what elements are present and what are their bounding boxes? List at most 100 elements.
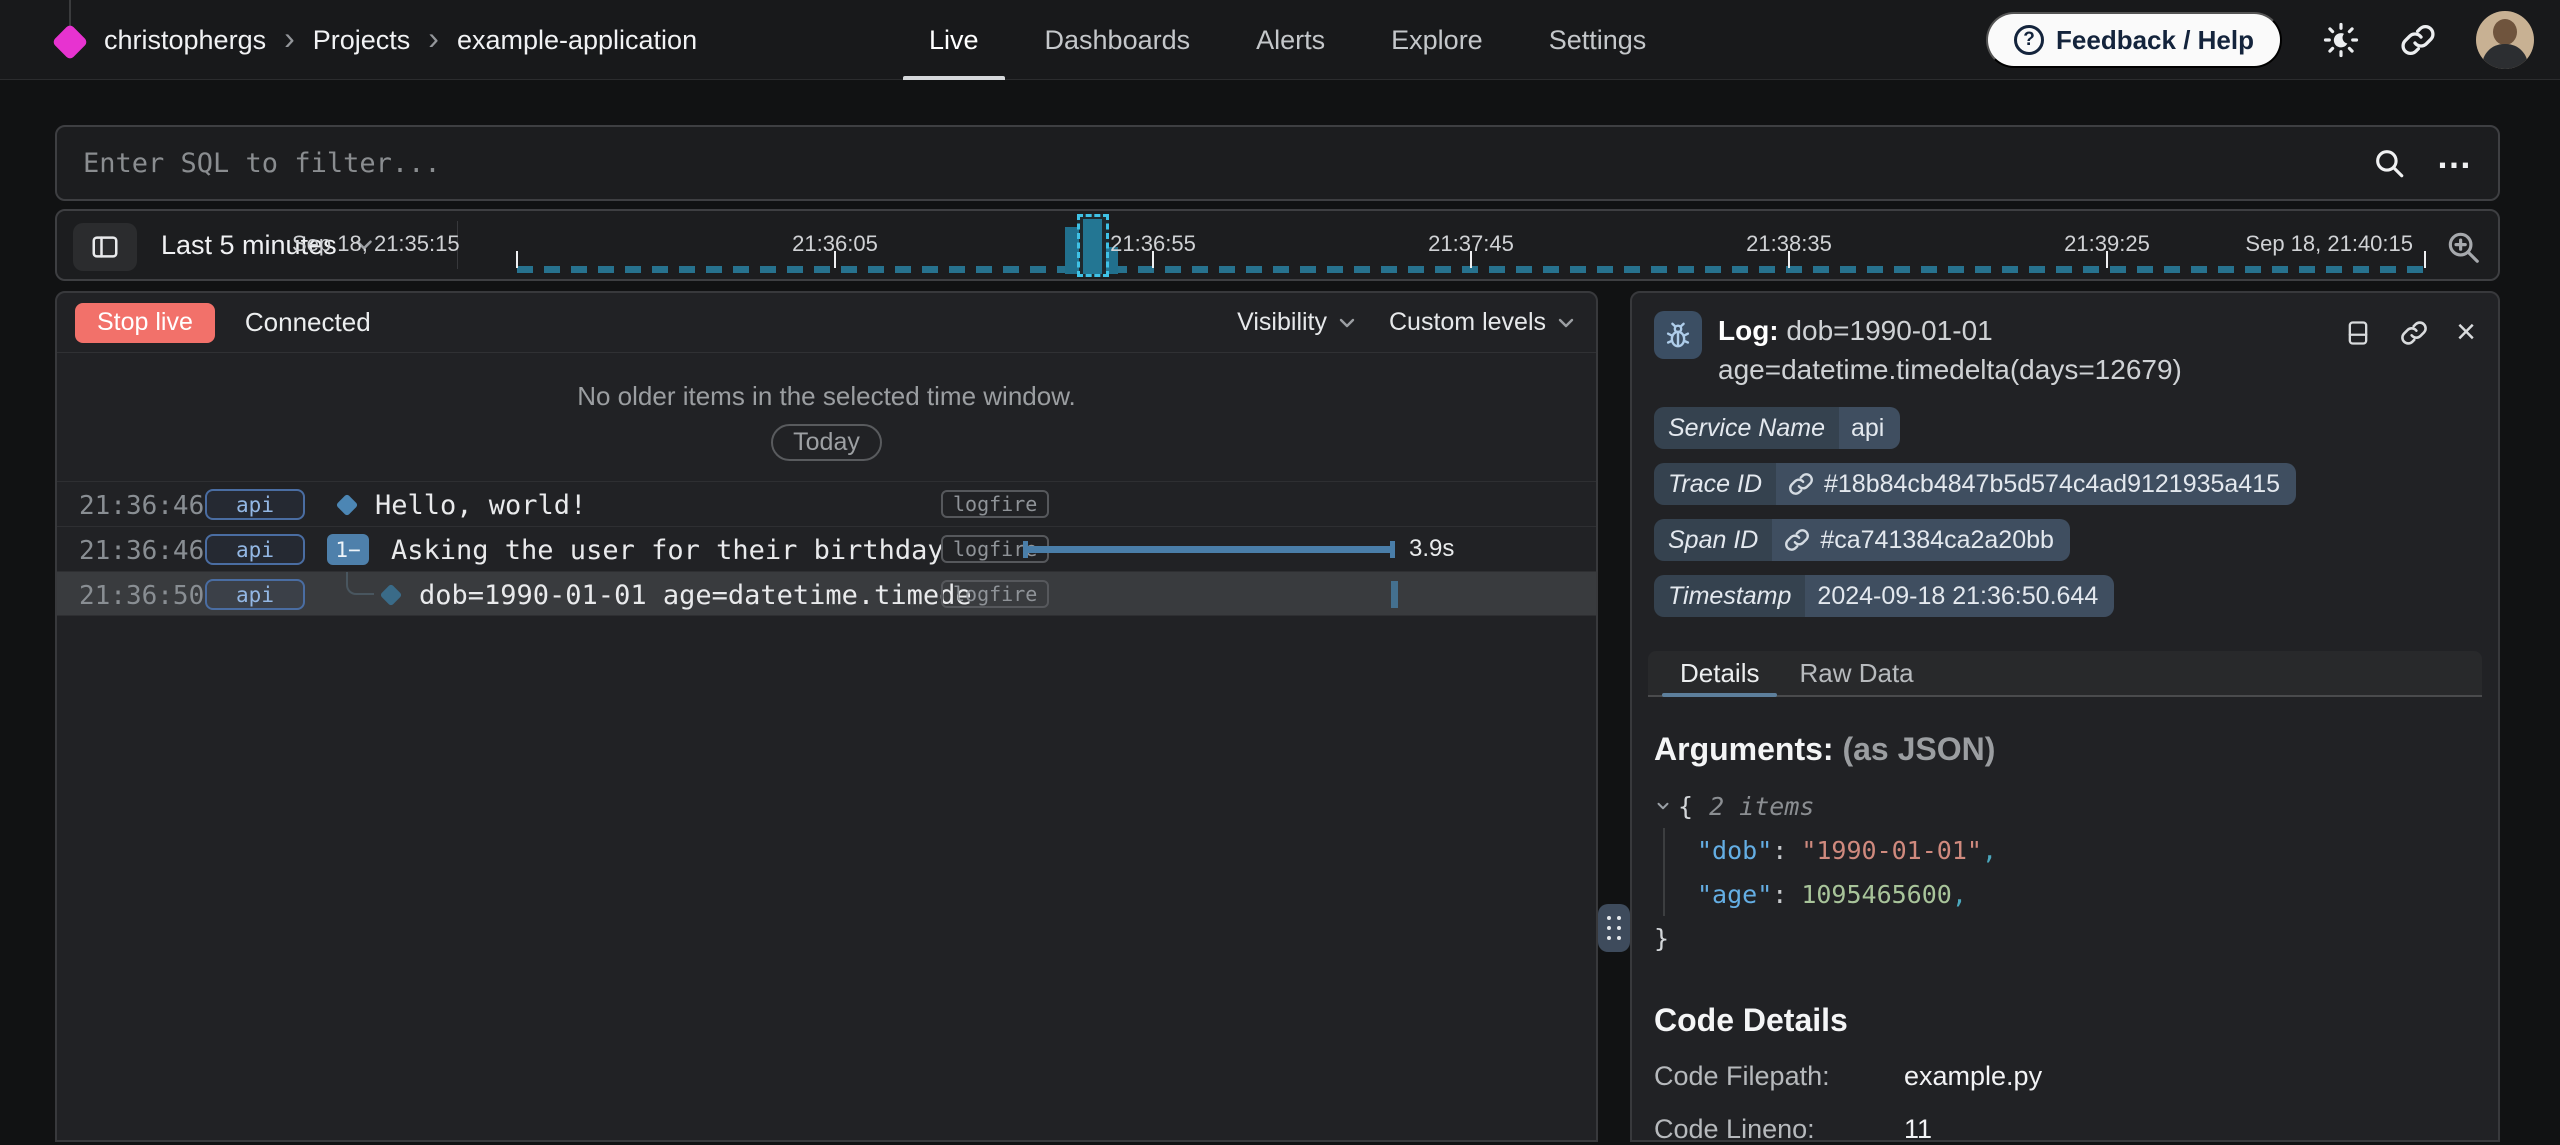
detail-actions: × [2344,311,2476,389]
trace-id-badge[interactable]: Trace ID #18b84cb4847b5d574c4ad9121935a4… [1654,463,2296,505]
more-options-icon[interactable]: … [2436,146,2472,180]
main-nav: Live Dashboards Alerts Explore Settings [903,0,1672,80]
service-badge[interactable]: api [205,534,305,565]
timeline-tick-label: 21:36:55 [1110,231,1196,257]
theme-toggle-icon[interactable] [2322,21,2360,59]
detail-title-text: dob=1990-01-01 age=datetime.timedelta(da… [1718,315,2182,385]
span-duration: 3.9s [1409,535,1454,563]
drag-dots-icon [1607,916,1621,940]
timeline-tick-label: 21:36:05 [792,231,878,257]
breadcrumb-project-name[interactable]: example-application [457,25,697,56]
chevron-down-icon [1335,311,1359,335]
connection-status: Connected [245,307,371,338]
breadcrumb-account[interactable]: christophergs [104,25,266,56]
chevron-right-icon: › [284,22,295,58]
nav-tab-alerts[interactable]: Alerts [1230,0,1351,80]
badge-value: #ca741384ca2a20bb [1772,519,2070,561]
search-icon[interactable] [2372,146,2406,180]
code-details-section: Code Details Code Filepath: example.py C… [1632,960,2498,1145]
json-colon: : [1772,880,1787,909]
stop-live-button[interactable]: Stop live [75,303,215,343]
json-string-value: "1990-01-01" [1801,836,1982,865]
nav-tab-settings[interactable]: Settings [1523,0,1673,80]
custom-levels-dropdown[interactable]: Custom levels [1389,308,1578,337]
copy-link-icon[interactable] [2400,319,2428,389]
nav-tab-explore[interactable]: Explore [1365,0,1509,80]
timeline-tick-label: 21:38:35 [1746,231,1832,257]
logo-stem [69,0,71,26]
span-id-badge[interactable]: Span ID #ca741384ca2a20bb [1654,519,2070,561]
sidebar-toggle-button[interactable] [73,223,137,271]
log-row-selected[interactable]: 21:36:50 api dob=1990-01-01 age=datetime… [57,571,1596,616]
feedback-help-button[interactable]: ? Feedback / Help [1986,12,2282,68]
timeline-tick-label: 21:37:45 [1428,231,1514,257]
json-body: "dob":"1990-01-01", "age":1095465600, [1663,828,2476,916]
user-avatar[interactable] [2476,11,2534,69]
chevron-down-icon [1554,311,1578,335]
avatar-torso [2482,44,2528,69]
detail-header: Log: dob=1990-01-01 age=datetime.timedel… [1632,293,2498,399]
link-circle-icon [1784,527,1810,553]
service-badge[interactable]: api [205,579,305,610]
nav-tab-dashboards[interactable]: Dashboards [1019,0,1217,80]
badge-label: Trace ID [1654,463,1776,505]
log-row[interactable]: 21:36:46 api 1− Asking the user for thei… [57,526,1596,571]
question-circle-icon: ? [2014,25,2044,55]
badge-label: Span ID [1654,519,1772,561]
stream-header: Stop live Connected Visibility Custom le… [57,293,1596,353]
log-message: Hello, world! [375,490,586,521]
badge-label: Timestamp [1654,575,1805,617]
zoom-in-icon[interactable] [2444,228,2482,266]
badge-value: 2024-09-18 21:36:50.644 [1805,575,2114,617]
sql-filter-bar: … [55,125,2500,201]
custom-levels-label: Custom levels [1389,308,1546,337]
json-number-value: 1095465600 [1801,880,1952,909]
json-items-note: 2 items [1709,792,1814,821]
timeline-tick-label: Sep 18, 21:40:15 [2245,231,2413,257]
log-message: Asking the user for their birthday [391,535,944,566]
timeline-tick-label: Sep 18, 21:35:15 [292,231,460,257]
service-name-badge[interactable]: Service Name api [1654,407,1900,449]
code-lineno-label: Code Lineno: [1654,1114,1904,1145]
sql-filter-input[interactable] [83,148,2372,179]
json-key: "age" [1697,880,1772,909]
logfire-tag[interactable]: logfire [941,490,1049,518]
tree-connector [346,572,374,595]
timeline-tickmark [2424,251,2426,268]
feedback-help-label: Feedback / Help [2056,25,2254,56]
timestamp-badge[interactable]: Timestamp 2024-09-18 21:36:50.644 [1654,575,2114,617]
collapse-toggle[interactable]: 1− [327,534,369,565]
logfire-tag[interactable]: logfire [941,580,1049,608]
panel-resize-handle[interactable] [1598,904,1630,952]
badge-value: api [1839,407,1900,449]
json-comma: , [1982,836,1997,865]
code-filepath-value: example.py [1904,1061,2042,1092]
json-colon: : [1772,836,1787,865]
nav-right: ? Feedback / Help [1986,0,2534,80]
log-row[interactable]: 21:36:46 api Hello, world! logfire [57,481,1596,526]
close-icon[interactable]: × [2456,319,2476,389]
logfire-logo-icon[interactable] [52,24,89,61]
detail-tabs: Details Raw Data [1648,651,2482,697]
nav-tab-live[interactable]: Live [903,0,1005,80]
expand-chevron-icon[interactable] [1654,797,1672,815]
code-details-heading: Code Details [1654,1002,2476,1039]
badge-label: Service Name [1654,407,1839,449]
split-panel-icon[interactable] [2344,319,2372,389]
today-button[interactable]: Today [771,424,882,461]
log-detail-panel: Log: dob=1990-01-01 age=datetime.timedel… [1630,291,2500,1142]
timeline-selection-brush[interactable] [1077,214,1109,277]
json-viewer: { 2 items "dob":"1990-01-01", "age":1095… [1654,784,2476,960]
visibility-dropdown[interactable]: Visibility [1237,308,1359,337]
share-link-icon[interactable] [2400,22,2436,58]
log-timeline-tick [1391,581,1398,608]
json-key: "dob" [1697,836,1772,865]
badge-value: #18b84cb4847b5d574c4ad9121935a415 [1776,463,2296,505]
breadcrumb-projects[interactable]: Projects [313,25,411,56]
tab-details[interactable]: Details [1660,651,1779,695]
code-lineno-value: 11 [1904,1114,1932,1145]
empty-window-message: No older items in the selected time wind… [57,381,1596,412]
tab-raw-data[interactable]: Raw Data [1779,651,1933,695]
service-badge[interactable]: api [205,489,305,520]
detail-kind: Log: [1718,315,1779,346]
